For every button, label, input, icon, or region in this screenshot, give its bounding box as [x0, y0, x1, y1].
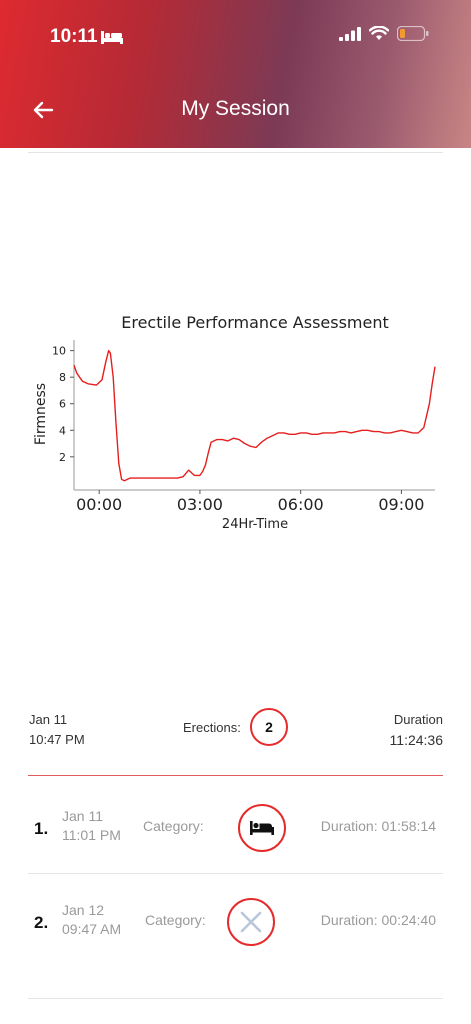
- x-tick-label: 00:00: [76, 495, 122, 514]
- session-date: Jan 11: [29, 712, 68, 727]
- row-divider: [28, 998, 443, 999]
- firmness-chart: Erectile Performance Assessment 2 4 6 8 10 00:…: [33, 313, 436, 532]
- session-time: 10:47 PM: [29, 732, 85, 747]
- status-time: 10:11: [50, 26, 98, 47]
- session-duration: Duration 11:24:36: [390, 710, 443, 750]
- row-number: 1.: [34, 819, 49, 838]
- x-tick-label: 03:00: [177, 495, 223, 514]
- status-icons: [339, 26, 429, 41]
- category-label: Category:: [145, 912, 206, 928]
- x-tick-label: 09:00: [378, 495, 424, 514]
- row-date: Jan 11: [62, 808, 103, 824]
- y-axis-label: Firmness: [33, 383, 49, 445]
- firmness-line: [73, 349, 436, 482]
- page-title: My Session: [181, 97, 290, 120]
- bed-icon: [250, 821, 274, 835]
- erections-label: Erections:: [183, 720, 241, 735]
- row-time: 11:01 PM: [62, 827, 121, 843]
- session-start: Jan 11 10:47 PM: [29, 710, 85, 750]
- erections-count-badge: 2: [250, 708, 288, 746]
- y-tick-label: 4: [59, 424, 66, 437]
- cellular-signal-icon: [339, 26, 361, 41]
- row-date: Jan 12: [62, 902, 105, 918]
- row-duration: Duration: 01:58:14: [320, 818, 436, 834]
- y-tick-label: 2: [59, 451, 66, 464]
- row-divider: [28, 873, 443, 874]
- y-tick-label: 8: [59, 371, 66, 384]
- row-datetime: Jan 11 11:01 PM: [62, 807, 121, 845]
- row-datetime: Jan 12 09:47 AM: [62, 901, 121, 939]
- battery-icon: [397, 26, 429, 41]
- category-label: Category:: [143, 818, 204, 834]
- x-axis-label: 24Hr-Time: [222, 517, 288, 532]
- summary-divider: [28, 775, 443, 776]
- sleep-mode-icon: [101, 31, 123, 44]
- chart-title: Erectile Performance Assessment: [121, 313, 389, 332]
- y-tick-label: 10: [52, 345, 66, 358]
- erection-row[interactable]: 1. Jan 11 11:01 PM Category: Duration: 0…: [0, 785, 471, 875]
- y-tick-label: 6: [59, 398, 66, 411]
- duration-label: Duration: [393, 712, 443, 727]
- wifi-icon: [369, 26, 389, 40]
- divider: [28, 152, 443, 153]
- category-button[interactable]: [238, 804, 286, 852]
- x-tick-label: 06:00: [278, 495, 324, 514]
- row-duration: Duration: 00:24:40: [320, 912, 436, 928]
- row-number: 2.: [34, 913, 49, 932]
- duration-value: 11:24:36: [389, 732, 443, 748]
- header-bar: 10:11 My Session: [0, 0, 471, 148]
- category-button[interactable]: [227, 898, 275, 946]
- row-time: 09:47 AM: [62, 921, 122, 937]
- x-icon: [240, 911, 262, 933]
- erection-row[interactable]: 2. Jan 12 09:47 AM Category: Duration: 0…: [0, 880, 471, 970]
